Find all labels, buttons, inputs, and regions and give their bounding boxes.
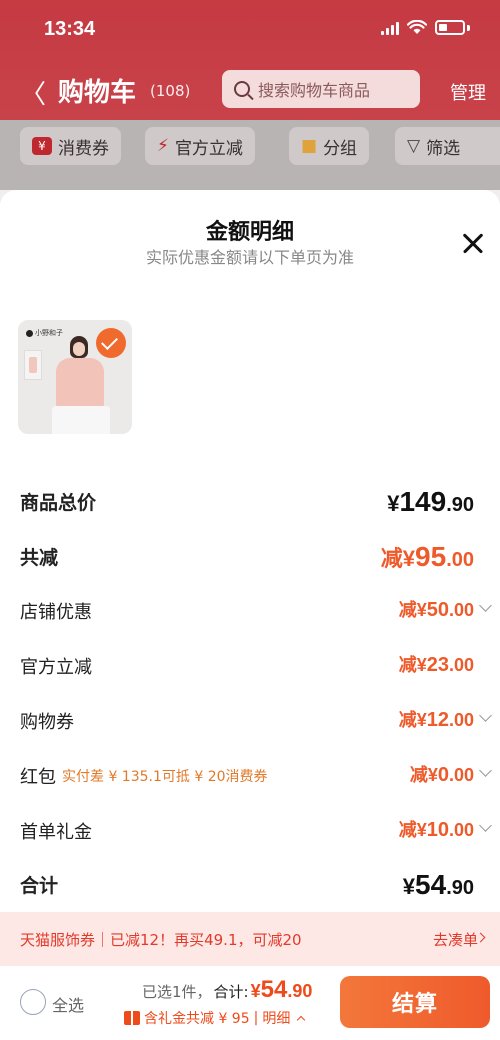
order-summary: 已选1件， 合计: ¥54.90	[142, 976, 312, 1004]
filter-chip-filter[interactable]: ▽ 筛选	[395, 127, 500, 165]
chevron-down-icon	[479, 709, 492, 722]
filter-label: 官方立减	[174, 138, 243, 159]
row-goods-total: 商品总价 ¥149.90	[0, 480, 500, 520]
page-title: 购物车	[58, 78, 137, 108]
total-label: 合计:	[213, 983, 249, 1001]
row-shop-discount[interactable]: 店铺优惠 减¥50.00	[0, 590, 500, 630]
row-total-discount: 共减 减¥95.00	[0, 535, 500, 575]
search-input[interactable]: 搜索购物车商品	[222, 70, 420, 108]
sheet-title: 金额明细	[205, 220, 294, 245]
promo-text: 天猫服饰券｜已减12！再买49.1，可减20	[20, 930, 302, 949]
red-packet-note: 实付差 ¥ 135.1可抵 ¥ 20消费券	[62, 769, 268, 785]
promo-link[interactable]: 去凑单	[433, 929, 478, 950]
detail-link[interactable]: 明细	[262, 1008, 290, 1028]
row-value: ¥54.90	[402, 869, 474, 900]
search-icon	[234, 81, 250, 97]
chevron-down-icon	[479, 599, 492, 612]
filter-icon: ▽	[407, 136, 421, 156]
row-label: 官方立减	[20, 657, 92, 678]
manage-button[interactable]: 管理	[450, 79, 486, 105]
row-value: 减¥23.00	[398, 654, 474, 676]
filter-chip-group[interactable]: ■ 分组	[289, 127, 370, 165]
row-label: 商品总价	[20, 492, 97, 514]
select-all-label[interactable]: 全选	[52, 992, 84, 1016]
gift-text: 含礼金共减 ¥ 95	[144, 1011, 250, 1027]
row-shopping-coupon[interactable]: 购物券 减¥12.00	[0, 700, 500, 740]
filter-label: 消费券	[58, 138, 109, 159]
row-red-packet[interactable]: 红包 实付差 ¥ 135.1可抵 ¥ 20消费券 减¥0.00	[0, 755, 500, 795]
discount-summary[interactable]: 含礼金共减 ¥ 95 | 明细	[124, 1008, 306, 1028]
status-icons	[381, 20, 470, 35]
status-bar: 13:34	[0, 0, 500, 62]
row-value: ¥149.90	[387, 486, 474, 517]
back-icon[interactable]: 〈	[20, 74, 46, 111]
row-grand-total: 合计 ¥54.90	[0, 863, 500, 903]
checkout-button[interactable]: 结算	[340, 976, 490, 1028]
product-mini-image	[24, 350, 42, 380]
row-value: 减¥95.00	[380, 541, 474, 572]
chevron-down-icon	[479, 819, 492, 832]
row-first-order-gift[interactable]: 首单礼金 减¥10.00	[0, 810, 500, 850]
filter-chip-coupon[interactable]: ¥ 消费券	[20, 127, 121, 165]
brand-logo: 小野和子	[26, 328, 63, 338]
folder-icon: ■	[301, 136, 318, 156]
checkout-bar: 全选 已选1件， 合计: ¥54.90 含礼金共减 ¥ 95 | 明细 结算	[0, 966, 500, 1040]
row-label: 共减	[20, 547, 59, 569]
product-thumbnail[interactable]: 小野和子	[18, 320, 132, 434]
filter-chip-official[interactable]: ⚡ 官方立减	[145, 127, 255, 165]
row-value: 减¥10.00	[398, 819, 474, 841]
status-time: 13:34	[44, 18, 96, 40]
promo-banner[interactable]: 天猫服饰券｜已减12！再买49.1，可减20 去凑单	[0, 912, 500, 966]
coupon-icon: ¥	[32, 137, 52, 155]
row-value: 减¥50.00	[398, 599, 474, 621]
row-label: 合计	[20, 875, 59, 897]
row-label: 购物券	[20, 712, 74, 733]
selected-check-icon[interactable]	[96, 328, 126, 358]
selected-count: 已选1件，	[142, 983, 212, 1001]
close-icon[interactable]	[452, 228, 492, 258]
row-label: 红包	[20, 767, 56, 788]
battery-icon	[435, 20, 465, 35]
search-placeholder: 搜索购物车商品	[258, 81, 371, 100]
filter-label: 分组	[323, 138, 358, 159]
signal-icon	[381, 21, 399, 35]
row-value: 减¥12.00	[398, 709, 474, 731]
gift-icon	[124, 1011, 140, 1025]
row-official-discount: 官方立减 减¥23.00	[0, 645, 500, 685]
row-label: 首单礼金	[20, 822, 92, 843]
row-value: 减¥0.00	[409, 764, 474, 786]
cart-count: (108)	[150, 82, 191, 100]
battery-cap	[467, 24, 470, 31]
chevron-up-icon	[297, 1015, 306, 1025]
row-label: 店铺优惠	[20, 602, 92, 623]
lightning-icon: ⚡	[157, 136, 169, 156]
wifi-icon	[407, 20, 427, 34]
total-amount: ¥54.90	[250, 976, 313, 1003]
chevron-down-icon	[479, 764, 492, 777]
price-detail-sheet: 金额明细 实际优惠金额请以下单页为准 小野和子 商品总价 ¥149.90 共减 …	[0, 190, 500, 1040]
filter-label: 筛选	[426, 138, 461, 159]
filter-bar: ¥ 消费券 ⚡ 官方立减 ■ 分组 ▽ 筛选	[0, 120, 500, 190]
sheet-subtitle: 实际优惠金额请以下单页为准	[145, 248, 354, 267]
cart-nav: 〈 购物车 (108) 搜索购物车商品 管理	[0, 62, 500, 120]
select-all-radio[interactable]	[20, 989, 46, 1015]
